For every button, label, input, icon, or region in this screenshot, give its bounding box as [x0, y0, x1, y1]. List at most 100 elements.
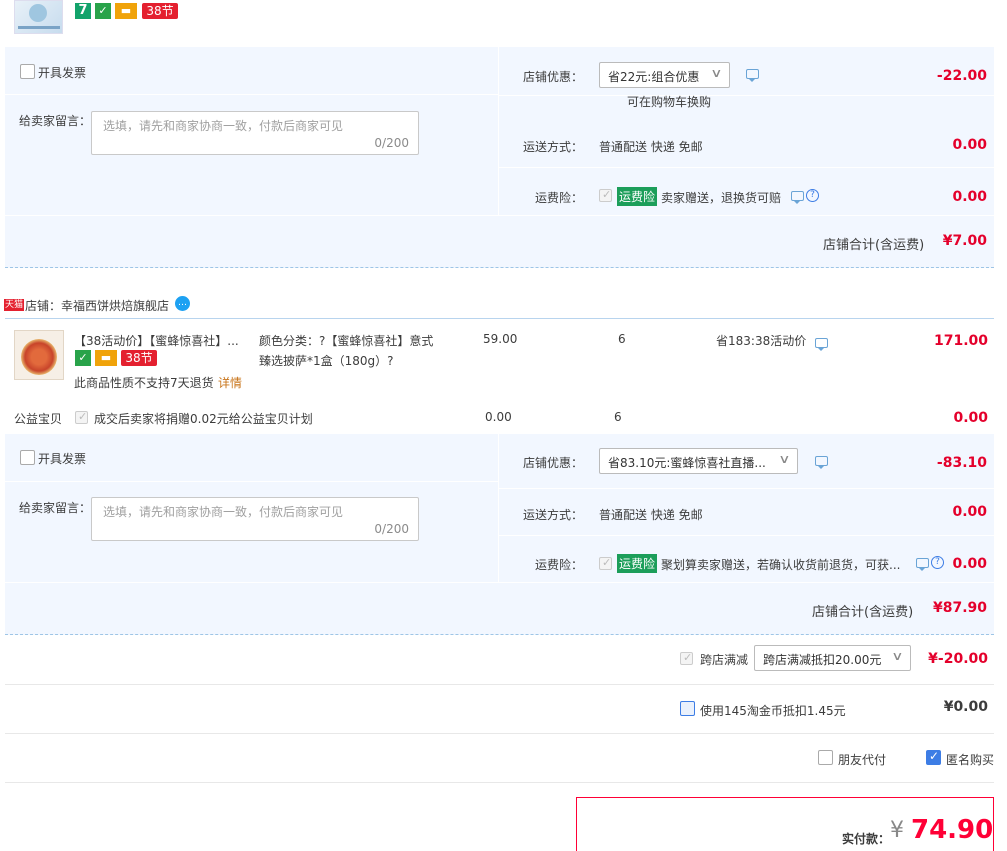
chat-icon[interactable]: … — [175, 296, 190, 311]
product-image-caption — [18, 26, 60, 29]
discount-note: 可在购物车换购 — [627, 95, 712, 109]
comment-icon[interactable] — [791, 191, 804, 204]
payment-currency: ¥ — [890, 818, 904, 843]
coins-checkbox[interactable] — [680, 701, 695, 716]
comment-icon[interactable] — [815, 456, 828, 469]
seven-day-return-badge: 7 — [75, 3, 91, 19]
help-icon[interactable]: ? — [806, 189, 819, 202]
payment-label: 实付款： — [842, 832, 891, 846]
cross-store-label: 跨店满减 — [700, 653, 749, 667]
quantity: 6 — [618, 332, 626, 346]
shipping-value: 普通配送 快递 免邮 — [599, 140, 703, 154]
charity-checkbox[interactable] — [75, 410, 88, 424]
shop-header-divider — [5, 318, 994, 319]
message-textarea[interactable]: 选填，请先和商家协商一致，付款后商家可见 0/200 — [91, 111, 419, 155]
sku-line-2: 臻选披萨*1盒（180g）? — [259, 354, 394, 368]
detail-link[interactable]: 详情 — [218, 374, 242, 391]
message-placeholder: 选填，请先和商家协商一致，付款后商家可见 — [103, 505, 344, 519]
message-label: 给卖家留言： — [19, 501, 92, 515]
friend-pay-checkbox[interactable] — [818, 750, 833, 765]
discount-select-value: 省22元:组合优惠 — [608, 70, 700, 84]
order-confirm-page: 7 ✓ ▬ 38节 开具发票 给卖家留言： 选填，请先和商家协商一致，付款后商家… — [0, 0, 1007, 851]
divider — [5, 782, 994, 783]
shipping-amount: 0.00 — [952, 137, 987, 153]
panel-divider — [498, 47, 499, 215]
comment-icon[interactable] — [916, 558, 929, 571]
product-subtotal: 171.00 — [933, 333, 988, 349]
coins-amount: ¥0.00 — [943, 699, 988, 715]
tmall-badge: 天猫 — [4, 299, 25, 311]
shipping-label: 运送方式： — [523, 508, 584, 522]
insurance-label: 运费险： — [535, 558, 584, 572]
comment-icon[interactable] — [746, 69, 759, 82]
invoice-label: 开具发票 — [38, 66, 87, 80]
panel-divider — [499, 535, 994, 536]
insurance-text: 聚划算卖家赠送，若确认收货前退货，可获... — [661, 558, 901, 572]
product-thumbnail[interactable] — [14, 0, 63, 34]
discount-select[interactable]: 省22元:组合优惠 ∨ — [599, 62, 730, 88]
promo-text: 省183:38活动价 — [716, 334, 807, 348]
panel-divider — [499, 167, 994, 168]
insurance-tag: 运费险 — [617, 187, 658, 206]
chevron-down-icon: ∨ — [710, 66, 723, 80]
discount-select[interactable]: 省83.10元:蜜蜂惊喜社直播... ∨ — [599, 448, 798, 474]
shop-total-label: 店铺合计(含运费) — [812, 605, 914, 620]
shipping-label: 运送方式： — [523, 140, 584, 154]
panel-divider — [499, 95, 994, 96]
panel-divider — [498, 434, 499, 582]
insurance-amount: 0.00 — [952, 556, 987, 572]
charity-quantity: 6 — [614, 410, 622, 424]
friend-pay-label: 朋友代付 — [838, 753, 887, 767]
pizza-image — [21, 339, 57, 375]
sku-line-1: 颜色分类：?【蜜蜂惊喜社】意式 — [259, 334, 434, 348]
payment-summary-box: 实付款： ¥ 74.90 — [576, 797, 994, 851]
return-note: 此商品性质不支持7天退货 — [74, 376, 214, 390]
charity-price: 0.00 — [485, 410, 512, 424]
message-label: 给卖家留言： — [19, 114, 92, 128]
card-icon: ▬ — [115, 3, 137, 19]
shop-total-label: 店铺合计(含运费) — [823, 238, 925, 253]
discount-label: 店铺优惠： — [523, 70, 584, 84]
invoice-checkbox[interactable] — [20, 450, 35, 465]
shop-total-amount: ¥87.90 — [932, 600, 987, 616]
shipping-amount: 0.00 — [952, 504, 987, 520]
discount-amount: -83.10 — [936, 455, 987, 471]
chevron-down-icon: ∨ — [891, 649, 904, 663]
anonymous-label: 匿名购买 — [946, 753, 995, 767]
charity-label: 公益宝贝 — [14, 412, 63, 426]
insurance-checkbox[interactable] — [599, 188, 612, 202]
shop-name[interactable]: 店铺：幸福西饼烘焙旗舰店 — [25, 297, 169, 314]
charity-text: 成交后卖家将捐赠0.02元给公益宝贝计划 — [94, 412, 313, 426]
invoice-checkbox[interactable] — [20, 64, 35, 79]
shop-total-amount: ¥7.00 — [942, 233, 987, 249]
shop1-options-panel: 开具发票 给卖家留言： 选填，请先和商家协商一致，付款后商家可见 0/200 店… — [5, 47, 994, 268]
message-placeholder: 选填，请先和商家协商一致，付款后商家可见 — [103, 119, 344, 133]
divider — [5, 733, 994, 734]
divider — [5, 684, 994, 685]
message-textarea[interactable]: 选填，请先和商家协商一致，付款后商家可见 0/200 — [91, 497, 419, 541]
insurance-label: 运费险： — [535, 191, 584, 205]
cross-store-select[interactable]: 跨店满减抵扣20.00元 ∨ — [754, 645, 911, 671]
festival-38-badge: 38节 — [121, 350, 157, 366]
panel-divider — [5, 215, 994, 216]
charity-amount: 0.00 — [953, 410, 988, 426]
card-icon: ▬ — [95, 350, 117, 366]
product-thumbnail[interactable] — [14, 330, 64, 380]
cross-store-amount: ¥-20.00 — [928, 651, 988, 667]
comment-icon[interactable] — [815, 338, 828, 351]
insurance-checkbox[interactable] — [599, 556, 612, 570]
discount-amount: -22.00 — [936, 68, 987, 84]
shield-icon: ✓ — [75, 350, 91, 366]
discount-label: 店铺优惠： — [523, 456, 584, 470]
panel-divider — [5, 582, 994, 583]
anonymous-checkbox[interactable] — [926, 749, 941, 765]
product-title[interactable]: 【38活动价】【蜜蜂惊喜社】... — [74, 332, 239, 349]
cross-store-checkbox[interactable] — [680, 651, 693, 665]
cross-store-select-value: 跨店满减抵扣20.00元 — [763, 653, 882, 667]
panel-divider — [5, 481, 498, 482]
help-icon[interactable]: ? — [931, 556, 944, 569]
shield-icon: ✓ — [95, 3, 111, 19]
festival-38-badge: 38节 — [142, 3, 178, 19]
unit-price: 59.00 — [483, 332, 518, 346]
coins-label: 使用145淘金币抵扣1.45元 — [700, 704, 846, 718]
